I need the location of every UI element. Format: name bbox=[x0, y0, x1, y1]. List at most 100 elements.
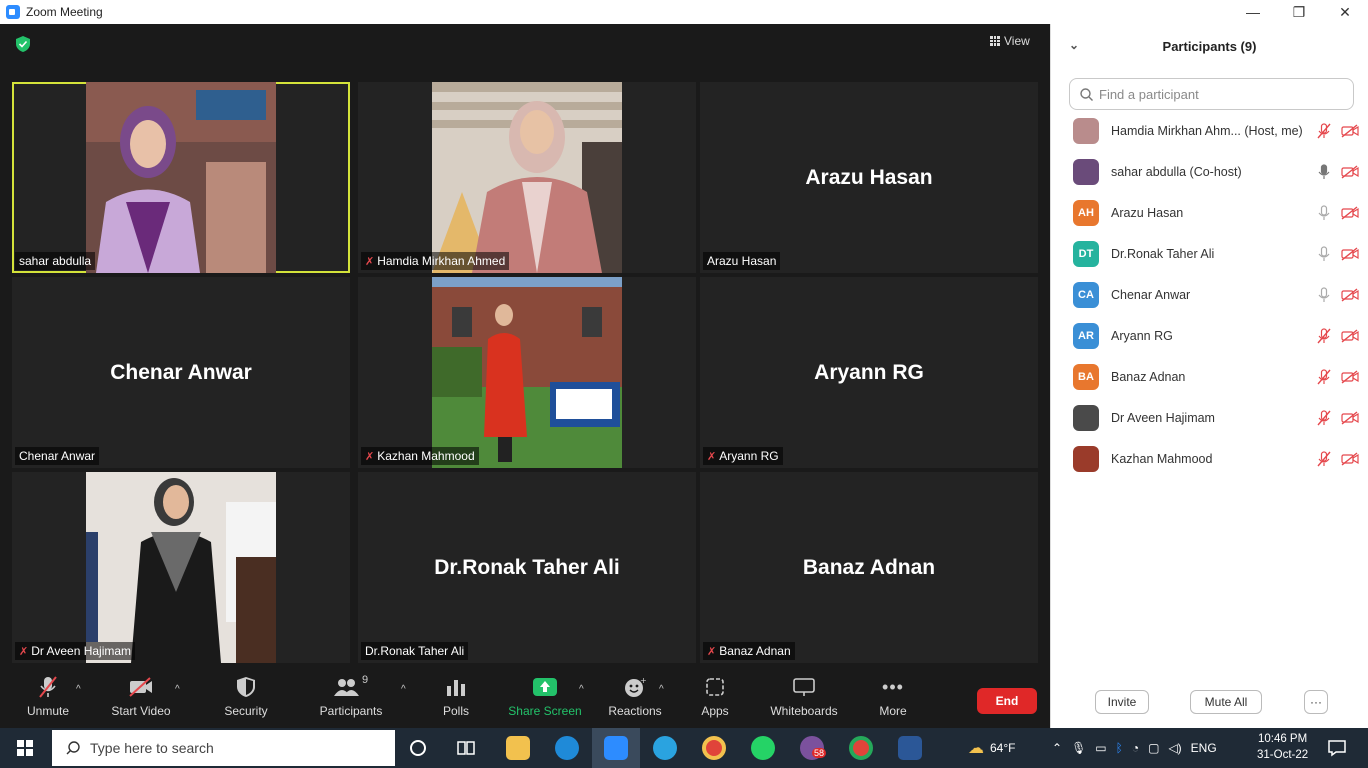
file-explorer-icon[interactable] bbox=[506, 736, 530, 760]
video-tile-arazu-hasan[interactable]: Arazu Hasan Arazu Hasan bbox=[700, 82, 1038, 273]
participant-row[interactable]: Hamdia Mirkhan Ahm... (Host, me) bbox=[1051, 116, 1368, 146]
participant-search[interactable] bbox=[1069, 78, 1354, 110]
participant-name-tag: ✗ Dr Aveen Hajimam bbox=[15, 642, 136, 660]
video-off-icon bbox=[128, 674, 154, 700]
microphone-icon[interactable] bbox=[1317, 246, 1331, 262]
participant-row[interactable]: BA Banaz Adnan bbox=[1051, 362, 1368, 392]
panel-more-button[interactable]: ··· bbox=[1304, 690, 1328, 714]
security-button[interactable]: Security bbox=[201, 674, 291, 718]
clock[interactable]: 10:46 PM 31-Oct-22 bbox=[1257, 731, 1308, 763]
minimize-button[interactable]: — bbox=[1230, 0, 1276, 24]
microphone-tray-icon[interactable]: 🎙︎ bbox=[1071, 741, 1086, 755]
muted-mic-icon[interactable] bbox=[1317, 123, 1331, 139]
cortana-icon[interactable] bbox=[409, 739, 427, 757]
participant-row[interactable]: DT Dr.Ronak Taher Ali bbox=[1051, 239, 1368, 269]
video-tile-hamdia-mirkhan-ahmed[interactable]: ✗ Hamdia Mirkhan Ahmed bbox=[358, 82, 696, 273]
participant-initials-avatar: AH bbox=[1073, 200, 1099, 226]
close-button[interactable]: ✕ bbox=[1322, 0, 1368, 24]
invite-button[interactable]: Invite bbox=[1095, 690, 1149, 714]
microphone-icon[interactable] bbox=[1317, 164, 1331, 180]
participant-row[interactable]: sahar abdulla (Co-host) bbox=[1051, 157, 1368, 187]
video-off-icon[interactable] bbox=[1341, 411, 1359, 425]
participant-row[interactable]: AH Arazu Hasan bbox=[1051, 198, 1368, 228]
reactions-smiley-icon: + bbox=[624, 674, 646, 700]
chrome-icon[interactable] bbox=[702, 736, 726, 760]
video-tile-dr-ronak-taher-ali[interactable]: Dr.Ronak Taher Ali Dr.Ronak Taher Ali bbox=[358, 472, 696, 663]
zoom-taskbar-active[interactable] bbox=[592, 728, 640, 768]
title-bar: Zoom Meeting — ❐ ✕ bbox=[0, 0, 1368, 24]
microphone-icon[interactable] bbox=[1317, 287, 1331, 303]
video-tile-sahar-abdulla[interactable]: sahar abdulla bbox=[12, 82, 350, 273]
video-tile-banaz-adnan[interactable]: Banaz Adnan ✗ Banaz Adnan bbox=[700, 472, 1038, 663]
video-tile-dr-aveen-hajimam[interactable]: ✗ Dr Aveen Hajimam bbox=[12, 472, 350, 663]
edge-browser-icon[interactable] bbox=[555, 736, 579, 760]
telegram-icon[interactable] bbox=[653, 736, 677, 760]
video-off-icon[interactable] bbox=[1341, 247, 1359, 261]
search-input[interactable] bbox=[1099, 86, 1329, 102]
windows-taskbar: Type here to search 58 ☁ 64°F ⌃ 🎙︎ ▭ ᛒ ◔… bbox=[0, 728, 1368, 768]
encryption-shield-icon[interactable] bbox=[16, 36, 30, 52]
participant-video bbox=[86, 82, 276, 273]
taskbar-search-box[interactable]: Type here to search bbox=[52, 730, 395, 766]
muted-mic-icon[interactable] bbox=[1317, 369, 1331, 385]
bluetooth-icon[interactable]: ᛒ bbox=[1116, 741, 1123, 755]
video-off-icon[interactable] bbox=[1341, 370, 1359, 384]
end-meeting-button[interactable]: End bbox=[977, 688, 1037, 714]
whatsapp-icon[interactable] bbox=[751, 736, 775, 760]
start-video-button[interactable]: Start Video bbox=[96, 674, 186, 718]
task-view-icon[interactable] bbox=[456, 739, 476, 757]
participant-row[interactable]: AR Aryann RG bbox=[1051, 321, 1368, 351]
windows-start-icon[interactable] bbox=[17, 740, 33, 756]
share-options-caret[interactable]: ^ bbox=[579, 684, 584, 695]
polls-button[interactable]: Polls bbox=[411, 674, 501, 718]
video-off-icon[interactable] bbox=[1341, 452, 1359, 466]
muted-mic-icon[interactable] bbox=[1317, 328, 1331, 344]
unmute-button[interactable]: Unmute bbox=[3, 674, 93, 718]
video-off-icon[interactable] bbox=[1341, 288, 1359, 302]
chevron-down-icon[interactable]: ⌄ bbox=[1069, 38, 1079, 52]
more-button[interactable]: ••• More bbox=[848, 674, 938, 719]
word-icon[interactable] bbox=[898, 736, 922, 760]
participant-photo-avatar bbox=[1073, 405, 1099, 431]
participant-row[interactable]: CA Chenar Anwar bbox=[1051, 280, 1368, 310]
mute-all-button[interactable]: Mute All bbox=[1190, 690, 1262, 714]
video-options-caret[interactable]: ^ bbox=[175, 684, 180, 695]
participant-row[interactable]: Kazhan Mahmood bbox=[1051, 444, 1368, 474]
share-screen-button[interactable]: Share Screen bbox=[500, 674, 590, 718]
participant-name-tag: Chenar Anwar bbox=[15, 447, 100, 465]
reactions-options-caret[interactable]: ^ bbox=[659, 684, 664, 695]
clock-time: 10:46 PM bbox=[1257, 733, 1308, 745]
weather-widget[interactable]: ☁ 64°F bbox=[968, 728, 1015, 768]
display-icon[interactable]: ▢ bbox=[1148, 741, 1159, 755]
chrome-profile-icon[interactable] bbox=[849, 736, 873, 760]
participant-name-tag: ✗ Aryann RG bbox=[703, 447, 783, 465]
video-tile-aryann-rg[interactable]: Aryann RG ✗ Aryann RG bbox=[700, 277, 1038, 468]
chevron-up-icon[interactable]: ⌃ bbox=[1052, 741, 1062, 755]
video-off-icon[interactable] bbox=[1341, 206, 1359, 220]
network-tray-icon[interactable]: ▭ bbox=[1095, 741, 1106, 755]
participant-video bbox=[86, 472, 276, 663]
muted-mic-icon[interactable] bbox=[1317, 410, 1331, 426]
apps-button[interactable]: Apps bbox=[670, 674, 760, 718]
video-tile-chenar-anwar[interactable]: Chenar Anwar Chenar Anwar bbox=[12, 277, 350, 468]
reactions-button[interactable]: + Reactions bbox=[590, 674, 680, 718]
participant-row[interactable]: Dr Aveen Hajimam bbox=[1051, 403, 1368, 433]
restore-button[interactable]: ❐ bbox=[1276, 0, 1322, 24]
taskbar-search-placeholder: Type here to search bbox=[90, 740, 214, 756]
notification-center-icon[interactable] bbox=[1328, 739, 1346, 757]
wifi-icon[interactable]: ◔ bbox=[1132, 741, 1139, 755]
video-off-icon[interactable] bbox=[1341, 124, 1359, 138]
participants-options-caret[interactable]: ^ bbox=[401, 684, 406, 695]
view-button[interactable]: View bbox=[990, 34, 1030, 48]
participant-big-name: Aryann RG bbox=[814, 360, 924, 384]
video-off-icon[interactable] bbox=[1341, 329, 1359, 343]
participants-button[interactable]: 9 Participants bbox=[306, 674, 396, 718]
volume-icon[interactable]: ◁) bbox=[1168, 741, 1181, 755]
microphone-icon[interactable] bbox=[1317, 205, 1331, 221]
video-off-icon[interactable] bbox=[1341, 165, 1359, 179]
muted-mic-icon[interactable] bbox=[1317, 451, 1331, 467]
language-indicator[interactable]: ENG bbox=[1191, 741, 1217, 755]
video-tile-kazhan-mahmood[interactable]: ✗ Kazhan Mahmood bbox=[358, 277, 696, 468]
audio-options-caret[interactable]: ^ bbox=[76, 684, 81, 695]
whiteboards-button[interactable]: Whiteboards bbox=[759, 674, 849, 718]
